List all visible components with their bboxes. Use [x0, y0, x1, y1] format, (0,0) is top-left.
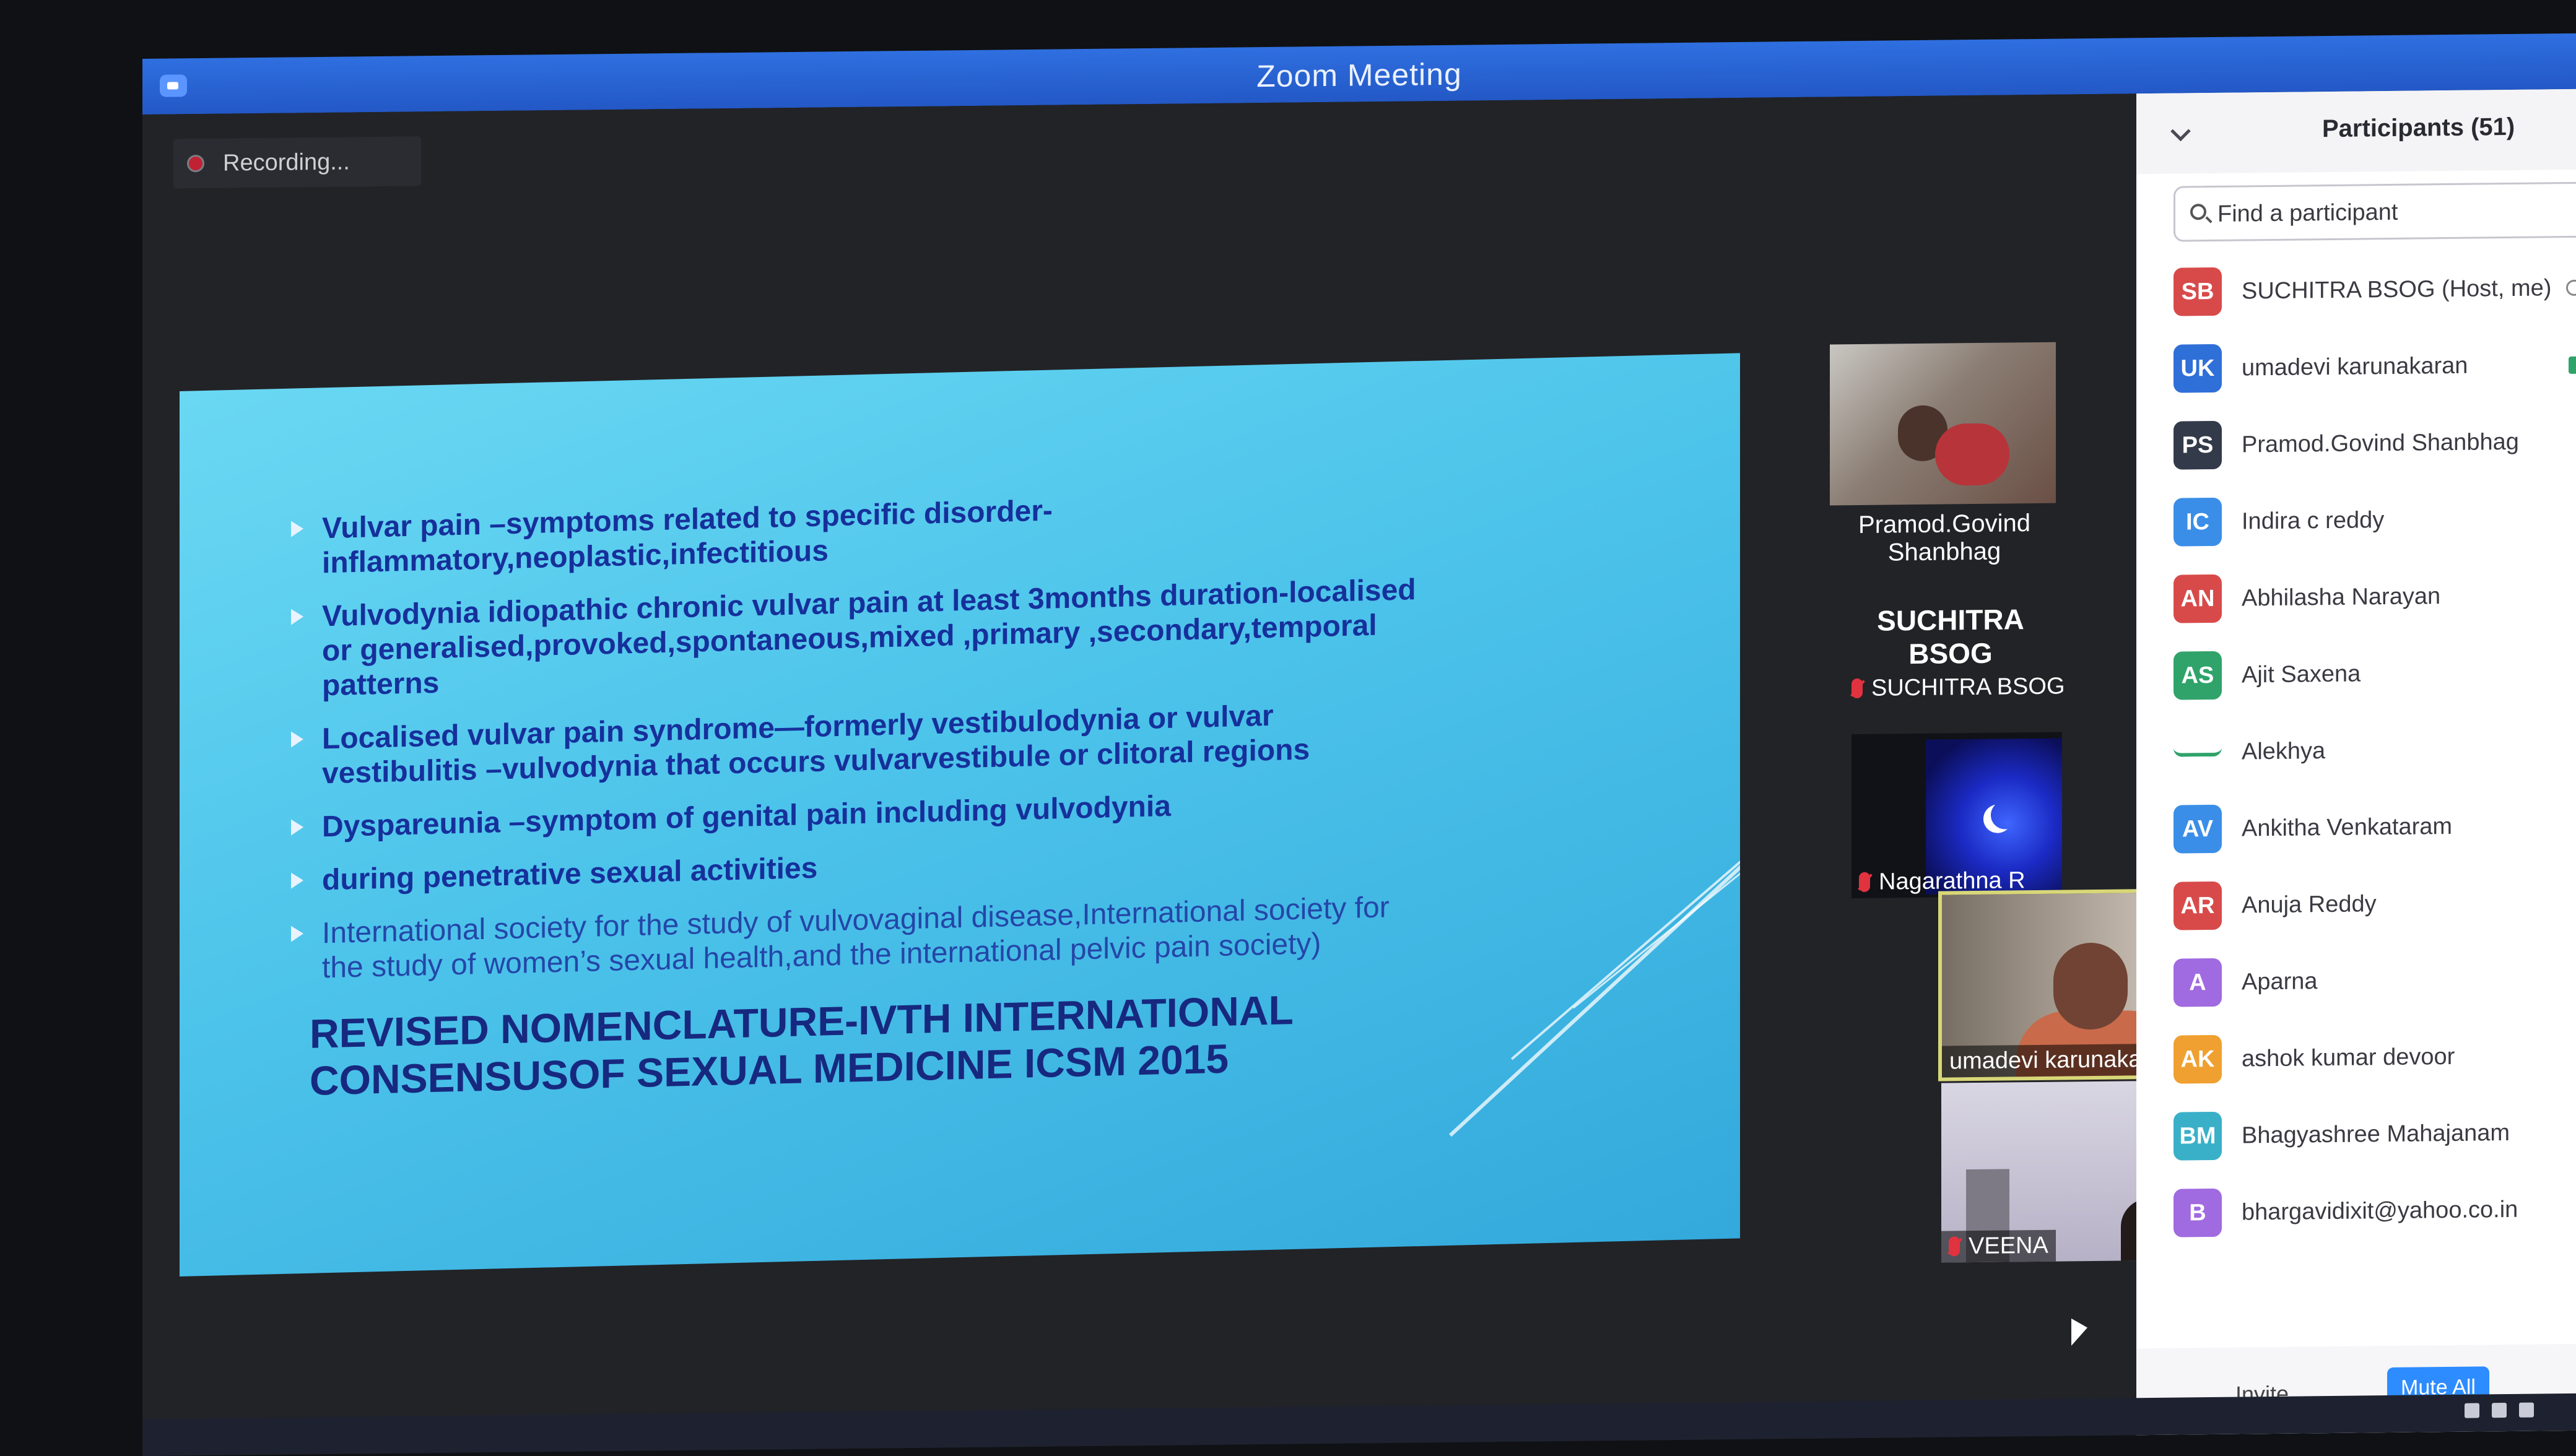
- slide-bullet: International society for the study of v…: [291, 889, 1437, 986]
- list-item[interactable]: AR Anuja Reddy: [2161, 864, 2576, 945]
- slide-bullet: Localised vulvar pain syndrome—formerly …: [291, 695, 1437, 792]
- pillow: [1935, 423, 2009, 486]
- list-item[interactable]: Alekhya: [2161, 711, 2576, 792]
- slide-streak: [1449, 751, 1740, 1137]
- participants-header: Participants (51): [2136, 89, 2576, 175]
- participant-name: bhargavidixit@yahoo.co.in: [2242, 1196, 2518, 1226]
- list-item[interactable]: UK umadevi karunakaran: [2161, 327, 2576, 408]
- muted-mic-icon: [1859, 872, 1870, 892]
- avatar: SB: [2174, 267, 2222, 316]
- status-icon: [2566, 279, 2576, 297]
- list-item[interactable]: IC Indira c reddy: [2161, 480, 2576, 561]
- participant-name: Indira c reddy: [2242, 507, 2385, 535]
- participant-name: Pramod.Govind Shanbhag: [2242, 428, 2519, 458]
- participants-title: Participants (51): [2322, 113, 2515, 143]
- slide-bullet: Vulvodynia idiopathic chronic vulvar pai…: [291, 572, 1437, 704]
- muted-mic-icon: [1852, 678, 1863, 699]
- avatar: AR: [2174, 881, 2222, 930]
- video-tile-suchitra-name[interactable]: SUCHITRA BSOG: [1833, 602, 2068, 671]
- meeting-area: Recording... Vulvar pain –symptoms relat…: [142, 93, 2255, 1456]
- participant-face: [2053, 942, 2128, 1030]
- avatar: AV: [2174, 804, 2222, 854]
- participant-search[interactable]: [2174, 181, 2576, 242]
- participant-name: Anuja Reddy: [2242, 891, 2377, 919]
- slide-bullet: during penetrative sexual activities: [291, 836, 1437, 898]
- list-item[interactable]: PS Pramod.Govind Shanbhag: [2161, 404, 2576, 485]
- participant-name: Ajit Saxena: [2242, 661, 2361, 688]
- participant-name: Alekhya: [2242, 738, 2326, 765]
- list-item[interactable]: AS Ajit Saxena: [2161, 634, 2576, 715]
- system-tray: [2452, 1402, 2551, 1422]
- video-name-pramod: Pramod.Govind Shanbhag: [1858, 509, 2030, 566]
- video-on-icon: [2569, 356, 2576, 374]
- avatar: IC: [2174, 497, 2222, 547]
- participant-name: Aparna: [2242, 968, 2318, 995]
- participant-name: Abhilasha Narayan: [2242, 583, 2441, 612]
- recording-indicator[interactable]: Recording...: [173, 136, 421, 189]
- avatar: BM: [2174, 1111, 2222, 1161]
- slide-bullet-list: Vulvar pain –symptoms related to specifi…: [291, 484, 1437, 1005]
- slide-streak: [1511, 771, 1740, 1060]
- muted-mic-icon: [1949, 1236, 1960, 1257]
- avatar: PS: [2174, 420, 2222, 470]
- bullet-arrow-icon: [291, 609, 303, 625]
- slide-streak: [1573, 810, 1740, 1009]
- avatar: A: [2174, 958, 2222, 1007]
- chevron-down-icon[interactable]: [2170, 121, 2191, 142]
- participant-list: SB SUCHITRA BSOG (Host, me) UK umadevi kar…: [2161, 250, 2576, 1252]
- tray-arrow-icon[interactable]: [2465, 1403, 2479, 1418]
- network-icon[interactable]: [2519, 1402, 2534, 1418]
- participant-name: Bhagyashree Mahajanam: [2242, 1119, 2510, 1149]
- shared-slide: Vulvar pain –symptoms related to specifi…: [180, 353, 1740, 1276]
- participant-name: umadevi karunakaran: [2242, 352, 2468, 381]
- slide-heading: REVISED NOMENCLATURE-IVTH INTERNATIONAL …: [310, 987, 1293, 1104]
- video-tile-pramod[interactable]: [1830, 342, 2056, 506]
- moon-icon: [1991, 800, 2019, 829]
- bullet-arrow-icon: [291, 925, 303, 942]
- participant-name: ashok kumar devoor: [2242, 1043, 2455, 1072]
- search-input[interactable]: [2216, 193, 2541, 232]
- avatar: AK: [2174, 1034, 2222, 1084]
- participant-name: Ankitha Venkataram: [2242, 813, 2453, 842]
- record-icon: [187, 154, 204, 173]
- avatar: B: [2174, 1188, 2222, 1237]
- list-item[interactable]: AK ashok kumar devoor: [2161, 1018, 2576, 1099]
- slide-bullet: Vulvar pain –symptoms related to specifi…: [291, 484, 1437, 581]
- list-item[interactable]: Bbhargavidixit@yahoo.co.in: [2161, 1171, 2576, 1252]
- avatar: UK: [2174, 344, 2222, 393]
- avatar: AS: [2174, 651, 2222, 700]
- avatar: [2174, 727, 2222, 757]
- video-tile-nagarathna[interactable]: Nagarathna R: [1852, 732, 2062, 899]
- list-item[interactable]: A Aparna: [2161, 941, 2576, 1022]
- video-name-suchitra: SUCHITRA BSOG: [1852, 673, 2065, 702]
- recording-label: Recording...: [223, 149, 350, 176]
- list-item[interactable]: SB SUCHITRA BSOG (Host, me): [2161, 250, 2576, 331]
- video-name-veena: VEENA: [1941, 1229, 2056, 1263]
- bullet-arrow-icon: [291, 521, 303, 537]
- list-item[interactable]: AV Ankitha Venkataram: [2161, 787, 2576, 869]
- avatar: AN: [2174, 574, 2222, 623]
- list-item[interactable]: BM Bhagyashree Mahajanam: [2161, 1094, 2576, 1176]
- list-item[interactable]: AN Abhilasha Narayan: [2161, 557, 2576, 638]
- bullet-arrow-icon: [291, 731, 303, 748]
- monitor-screen: Zoom Meeting Recording... Vulvar pain –s…: [142, 33, 2576, 1456]
- bullet-arrow-icon: [291, 819, 303, 836]
- slide-bullet: Dyspareunia –symptom of genital pain inc…: [291, 782, 1437, 845]
- participants-panel: Participants (51) SB SUCHITRA BSOG (Host,…: [2136, 89, 2576, 1436]
- flag-icon[interactable]: [2492, 1403, 2507, 1418]
- search-icon: [2190, 204, 2206, 220]
- mouse-cursor-icon: [2071, 1318, 2087, 1355]
- participant-name: SUCHITRA BSOG (Host, me): [2242, 275, 2552, 305]
- bullet-arrow-icon: [291, 872, 303, 889]
